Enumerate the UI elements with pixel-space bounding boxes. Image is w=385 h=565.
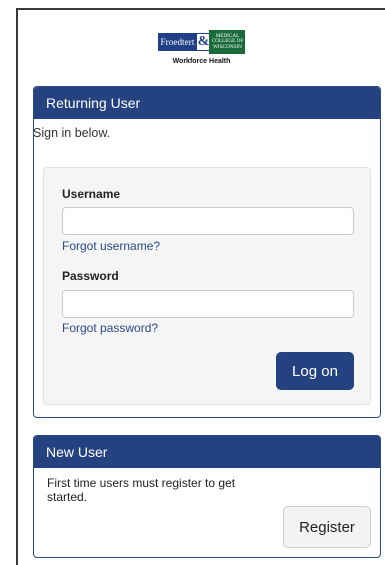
forgot-password-link[interactable]: Forgot password? bbox=[62, 321, 158, 335]
logo-ampersand: & bbox=[197, 33, 210, 51]
login-form: Username Forgot username? Password Forgo… bbox=[43, 167, 371, 405]
new-user-panel: New User First time users must register … bbox=[33, 435, 381, 558]
returning-user-header: Returning User bbox=[34, 87, 380, 119]
password-input[interactable] bbox=[62, 290, 354, 318]
logo-mcw: Medical College of Wisconsin bbox=[209, 30, 246, 54]
logo-subtitle: Workforce Health bbox=[172, 58, 231, 65]
logo-mcw-line-3: Wisconsin bbox=[213, 43, 242, 50]
logo-mark: Froedtert & Medical College of Wisconsin bbox=[157, 30, 246, 54]
log-on-button[interactable]: Log on bbox=[276, 352, 354, 390]
logo-froedtert: Froedtert bbox=[157, 33, 198, 51]
page-frame: Froedtert & Medical College of Wisconsin… bbox=[16, 8, 385, 565]
new-user-header: New User bbox=[34, 436, 380, 468]
register-button[interactable]: Register bbox=[283, 506, 371, 548]
username-label: Username bbox=[62, 187, 121, 201]
sign-in-intro: Sign in below. bbox=[33, 126, 111, 140]
returning-user-panel: Returning User Sign in below. Username F… bbox=[33, 86, 381, 418]
password-label: Password bbox=[62, 269, 119, 283]
forgot-username-link[interactable]: Forgot username? bbox=[62, 239, 160, 253]
brand-logo: Froedtert & Medical College of Wisconsin… bbox=[18, 30, 385, 65]
new-user-text: First time users must register to get st… bbox=[47, 476, 236, 504]
username-input[interactable] bbox=[62, 207, 354, 235]
